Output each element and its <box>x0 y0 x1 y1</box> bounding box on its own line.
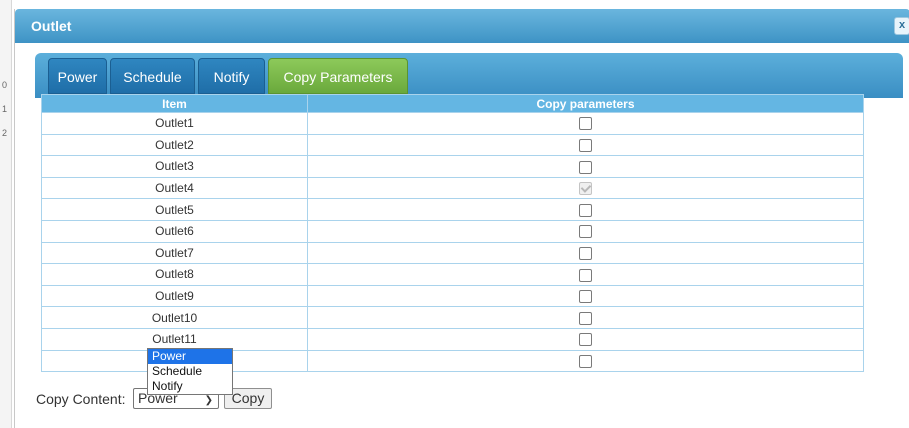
table-row: Outlet2 <box>41 133 864 157</box>
table-header-row: Item Copy parameters <box>41 94 864 113</box>
table-row: Outlet8 <box>41 263 864 286</box>
tab-bar: Power Schedule Notify Copy Parameters <box>35 53 903 98</box>
copy-parameter-cell <box>307 306 864 329</box>
outlet-name-cell: Outlet5 <box>41 198 308 221</box>
copy-parameter-checkbox[interactable] <box>579 203 592 217</box>
outlet-name-cell: Outlet1 <box>41 112 308 135</box>
copy-parameter-checkbox[interactable] <box>579 117 592 131</box>
copy-parameter-cell <box>307 112 864 135</box>
outlet-name-cell: Outlet8 <box>41 263 308 286</box>
dropdown-option-notify[interactable]: Notify <box>148 379 232 394</box>
dropdown-option-schedule[interactable]: Schedule <box>148 364 232 379</box>
dialog-titlebar[interactable]: Outlet x <box>15 9 909 43</box>
close-button[interactable]: x <box>894 17 909 35</box>
copy-parameter-checkbox[interactable] <box>579 354 592 368</box>
copy-parameter-checkbox <box>579 182 592 196</box>
outlet-name-cell: Outlet2 <box>41 133 308 157</box>
background-digit: 1 <box>2 104 8 114</box>
outlet-name-cell: Outlet3 <box>41 155 308 178</box>
copy-parameter-cell <box>307 327 864 351</box>
copy-parameter-checkbox[interactable] <box>579 160 592 174</box>
copy-parameter-checkbox[interactable] <box>579 311 592 325</box>
copy-parameter-checkbox[interactable] <box>579 333 592 347</box>
outlet-name-cell: Outlet10 <box>41 306 308 329</box>
dropdown-option-power[interactable]: Power <box>148 349 232 364</box>
outlet-name-cell: Outlet4 <box>41 176 308 200</box>
copy-parameter-checkbox[interactable] <box>579 247 592 261</box>
outlet-name-cell: Outlet11 <box>41 327 308 351</box>
copy-parameter-cell <box>307 263 864 286</box>
table-row: Outlet11 <box>41 327 864 351</box>
copy-parameter-cell <box>307 133 864 157</box>
background-digit: 0 <box>2 80 8 90</box>
copy-parameter-cell <box>307 219 864 243</box>
background-digit: 2 <box>2 128 8 138</box>
outlet-name-cell: Outlet6 <box>41 219 308 243</box>
column-header-item: Item <box>41 94 308 113</box>
table-row: Outlet4 <box>41 176 864 200</box>
tab-schedule[interactable]: Schedule <box>110 58 195 94</box>
copy-parameter-checkbox[interactable] <box>579 225 592 239</box>
copy-parameter-checkbox[interactable] <box>579 139 592 153</box>
copy-parameter-cell <box>307 284 864 308</box>
copy-parameter-cell <box>307 241 864 265</box>
copy-parameter-cell <box>307 198 864 221</box>
outlet-name-cell: Outlet9 <box>41 284 308 308</box>
copy-parameter-cell <box>307 155 864 178</box>
table-row: Outlet10 <box>41 306 864 329</box>
copy-parameter-cell <box>307 176 864 200</box>
background-page-strip: 0 1 2 <box>0 0 12 428</box>
tab-copy-parameters[interactable]: Copy Parameters <box>268 58 408 94</box>
close-icon: x <box>898 19 906 31</box>
copy-parameter-cell <box>307 349 864 373</box>
copy-parameters-table: Item Copy parameters Outlet1 Outlet2 Outle… <box>41 94 864 373</box>
outlet-name-cell: Outlet7 <box>41 241 308 265</box>
table-row: Outlet7 <box>41 241 864 265</box>
copy-parameter-checkbox[interactable] <box>579 290 592 304</box>
column-header-copy-parameters: Copy parameters <box>307 94 864 113</box>
table-row: Outlet6 <box>41 219 864 243</box>
table-row: Outlet1 <box>41 112 864 135</box>
dialog-title: Outlet <box>31 18 72 34</box>
copy-content-dropdown-list: Power Schedule Notify <box>147 348 233 395</box>
table-row: Outlet3 <box>41 155 864 178</box>
copy-parameter-checkbox[interactable] <box>579 268 592 282</box>
table-row: Outlet9 <box>41 284 864 308</box>
tab-power[interactable]: Power <box>48 58 107 94</box>
tab-notify[interactable]: Notify <box>198 58 265 94</box>
table-row: Outlet5 <box>41 198 864 221</box>
copy-content-label: Copy Content: <box>36 391 126 407</box>
